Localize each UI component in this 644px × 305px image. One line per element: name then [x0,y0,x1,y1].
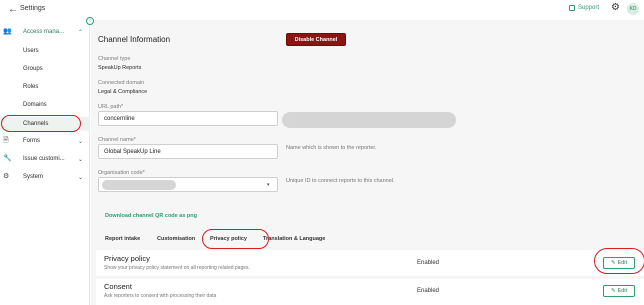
document-icon: 🗎 [3,137,9,144]
tab-customisation[interactable]: Customisation [157,236,195,242]
sidebar-item-label: Domains [23,102,47,108]
connected-domain-label: Connected domain [98,80,145,86]
tab-bar: Report intake Customisation Privacy poli… [96,234,644,246]
download-qr-link[interactable]: Download channel QR code as png [105,213,197,219]
sidebar-item-groups[interactable]: Groups [0,62,90,76]
page-title: Settings [20,5,46,12]
url-path-label: URL path* [98,104,124,110]
support-label: Support [578,5,600,11]
channel-name-label: Channel name* [98,137,136,143]
sidebar: 👥 Access mana... ⌃ Users Groups Roles Do… [0,20,90,305]
gear-icon: ⚙ [3,173,10,180]
highlight-circle-channels [1,115,81,132]
row-description: Show your privacy policy statement on al… [104,265,250,271]
sidebar-item-forms[interactable]: 🗎 Forms ⌄ [0,134,90,148]
row-description: Ask reporters to consent with processing… [104,293,217,299]
chevron-up-icon: ⌃ [78,29,84,36]
sidebar-item-domains[interactable]: Domains [0,98,90,112]
pencil-icon: ✎ [610,288,616,294]
sidebar-item-system[interactable]: ⚙ System ⌄ [0,170,90,184]
sidebar-item-label: Forms [23,138,40,144]
highlight-circle-edit [594,248,644,274]
tab-report-intake[interactable]: Report intake [105,236,140,242]
avatar[interactable]: KD [627,3,639,15]
top-bar: ← Settings Support ⚙ KD [0,0,644,20]
gear-icon[interactable]: ⚙ [611,3,621,13]
org-code-label: Organisation code* [98,170,145,176]
tab-translation-language[interactable]: Translation & Language [263,236,325,242]
url-path-input[interactable]: concernline [98,111,278,126]
sidebar-item-label: Groups [23,66,43,72]
channel-name-hint: Name which is shown to the reporter. [286,145,377,151]
section-title: Channel Information [98,35,171,44]
org-code-select[interactable] [98,177,278,192]
sidebar-item-label: Issue customi... [23,156,65,162]
list-item-consent: Consent Ask reporters to consent with pr… [96,279,644,305]
redacted-org-code [102,179,176,190]
channel-type-value: SpeakUp Reports [98,65,142,71]
channel-name-input[interactable]: Global SpeakUp Line [98,144,278,159]
sidebar-item-users[interactable]: Users [0,44,90,58]
chevron-down-icon[interactable]: ▾ [267,182,270,188]
row-title: Consent [104,282,132,291]
redacted-url-preview [282,112,456,128]
support-link[interactable]: Support [569,5,599,11]
chevron-down-icon: ⌄ [78,174,84,181]
main-content: Channel Information Disable Channel Chan… [91,20,644,305]
sidebar-item-label: System [23,174,44,180]
users-icon: 👥 [3,28,12,35]
disable-channel-button[interactable]: Disable Channel [286,33,346,46]
sidebar-collapse-icon[interactable]: ‹ [86,17,94,25]
chevron-down-icon: ⌄ [78,156,84,163]
app: ← Settings Support ⚙ KD 👥 Access mana...… [0,0,644,305]
sidebar-item-label: Access mana... [23,29,65,35]
wrench-icon: 🔧 [3,155,12,162]
back-arrow-icon[interactable]: ← [8,4,18,15]
connected-domain-value: Legal & Compliance [98,89,148,95]
sidebar-item-label: Users [23,48,39,54]
edit-button[interactable]: ✎ Edit [603,285,635,297]
highlight-circle-privacy-tab [202,229,269,249]
status-text: Enabled [417,260,440,266]
list-item-privacy-policy: Privacy policy Show your privacy policy … [96,250,644,276]
sidebar-item-roles[interactable]: Roles [0,80,90,94]
sidebar-item-access-management[interactable]: 👥 Access mana... ⌃ [0,25,90,39]
support-icon [569,5,575,11]
chevron-down-icon: ⌄ [78,138,84,145]
status-text: Enabled [417,288,440,294]
sidebar-item-label: Roles [23,84,39,90]
channel-type-label: Channel type [98,56,131,62]
edit-label: Edit [617,288,628,294]
org-code-hint: Unique ID to connect reports to this cha… [286,178,395,184]
sidebar-item-issue-customisation[interactable]: 🔧 Issue customi... ⌄ [0,152,90,166]
row-title: Privacy policy [104,254,150,263]
